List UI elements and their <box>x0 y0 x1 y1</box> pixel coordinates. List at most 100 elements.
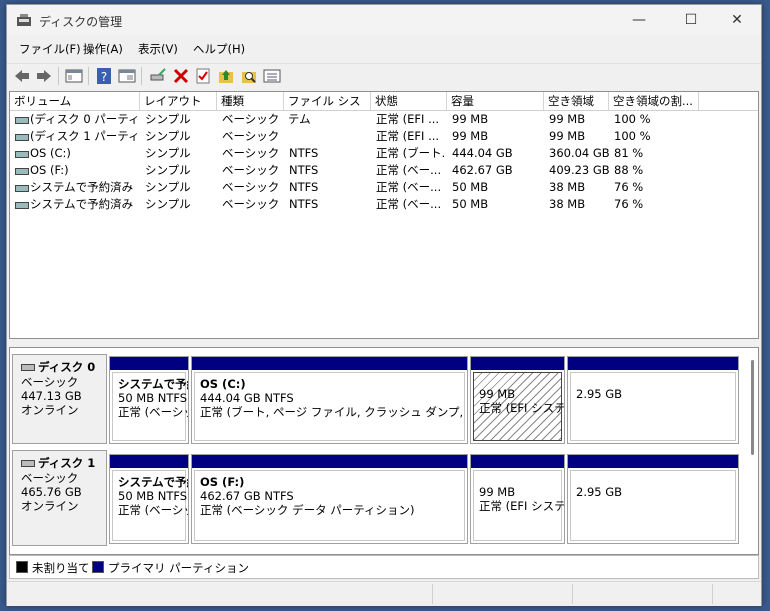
toolbar-separator <box>58 67 59 85</box>
volume-status: 正常 (EFI ... <box>376 112 440 126</box>
volume-name: システムで予約済み <box>30 180 134 194</box>
menu-action[interactable]: 操作(A) <box>83 41 123 57</box>
volume-filesystem: NTFS <box>289 180 319 194</box>
volume-percent-free: 100 % <box>614 112 651 126</box>
console-tree-icon[interactable] <box>65 67 83 85</box>
partition-size: 462.67 GB NTFS <box>200 489 294 503</box>
disk-0-type: ベーシック <box>21 375 79 389</box>
volume-row[interactable]: システムで予約済み シンプル ベーシック NTFS 正常 (ベー... 50 M… <box>10 179 758 196</box>
disk-1-info[interactable]: ディスク 1 ベーシック 465.76 GB オンライン <box>12 450 107 546</box>
disk-0-info[interactable]: ディスク 0 ベーシック 447.13 GB オンライン <box>12 354 107 444</box>
disk-management-app-icon <box>17 14 31 26</box>
menu-help[interactable]: ヘルプ(H) <box>193 41 245 57</box>
volume-percent-free: 81 % <box>614 146 644 160</box>
volume-row[interactable]: (ディスク 0 パーティシ... シンプル ベーシック 正常 (EFI ... … <box>10 111 758 128</box>
disk-1-partition-system-reserved[interactable]: システムで予約 50 MB NTFS 正常 (ベーシッ <box>109 454 189 544</box>
disk-icon <box>21 460 35 467</box>
volume-type: ベーシック <box>222 129 280 143</box>
partition-size: 99 MB <box>479 485 516 499</box>
volume-list: ボリューム レイアウト 種類 ファイル システム 状態 容量 空き領域 空き領域… <box>9 91 759 339</box>
legend-label-primary: プライマリ パーティション <box>108 561 249 575</box>
volume-row[interactable]: (ディスク 1 パーティシ... シンプル ベーシック 正常 (EFI ... … <box>10 128 758 145</box>
partition-body: OS (F:) 462.67 GB NTFS 正常 (ベーシック データ パーテ… <box>194 470 465 541</box>
partition-type-bar <box>192 455 467 468</box>
volume-type: ベーシック <box>222 197 280 211</box>
status-separator <box>712 584 713 604</box>
disk-1-partition-efi[interactable]: 99 MB 正常 (EFI システム <box>470 454 565 544</box>
disk-1-partition-recovery[interactable]: 2.95 GB <box>567 454 739 544</box>
disk-0-status: オンライン <box>21 403 79 417</box>
partition-type-bar <box>568 357 738 370</box>
volume-icon <box>15 151 29 158</box>
volume-status: 正常 (ブート... <box>376 146 446 160</box>
search-folder-icon[interactable] <box>240 67 258 85</box>
disk-1-partition-os-f[interactable]: OS (F:) 462.67 GB NTFS 正常 (ベーシック データ パーテ… <box>191 454 468 544</box>
back-icon[interactable] <box>13 67 31 85</box>
partition-status: 正常 (EFI システム <box>479 499 565 513</box>
partition-status: 正常 (ベーシック データ パーティション) <box>200 503 415 517</box>
partition-name: システムで予約 <box>118 377 188 391</box>
title-bar: ディスクの管理 — ☐ ✕ <box>7 5 761 35</box>
volume-percent-free: 76 % <box>614 180 644 194</box>
pane-splitter[interactable] <box>7 339 761 347</box>
partition-size: 444.04 GB NTFS <box>200 391 294 405</box>
help-icon[interactable]: ? <box>95 67 113 85</box>
delete-icon[interactable] <box>172 67 190 85</box>
window-title: ディスクの管理 <box>39 15 123 29</box>
volume-row[interactable]: OS (C:) シンプル ベーシック NTFS 正常 (ブート... 444.0… <box>10 145 758 162</box>
graph-view-scrollbar[interactable] <box>751 360 754 455</box>
list-icon[interactable] <box>263 67 281 85</box>
legend-bar: 未割り当て プライマリ パーティション <box>9 555 759 579</box>
volume-status: 正常 (ベー... <box>376 197 442 211</box>
up-folder-icon[interactable] <box>217 67 235 85</box>
volume-capacity: 50 MB <box>452 197 489 211</box>
menu-file[interactable]: ファイル(F) <box>19 41 81 57</box>
volume-filesystem: NTFS <box>289 146 319 160</box>
minimize-button[interactable]: — <box>619 9 659 31</box>
menu-bar: ファイル(F) 操作(A) 表示(V) ヘルプ(H) <box>7 37 761 59</box>
connect-disk-icon[interactable] <box>149 67 167 85</box>
partition-body: 99 MB 正常 (EFI システム <box>473 470 565 541</box>
menu-view[interactable]: 表示(V) <box>138 41 178 57</box>
column-header-capacity[interactable]: 容量 <box>447 92 544 110</box>
forward-icon[interactable] <box>35 67 53 85</box>
disk-0-partition-recovery[interactable]: 2.95 GB <box>567 356 739 444</box>
column-header-type[interactable]: 種類 <box>217 92 284 110</box>
partition-size: 50 MB NTFS <box>118 391 188 405</box>
volume-icon <box>15 185 29 192</box>
close-button[interactable]: ✕ <box>717 9 757 31</box>
volume-type: ベーシック <box>222 163 280 177</box>
column-header-filesystem[interactable]: ファイル システム <box>284 92 371 126</box>
volume-status: 正常 (EFI ... <box>376 129 440 143</box>
column-header-layout[interactable]: レイアウト <box>140 92 217 110</box>
column-header-free-space[interactable]: 空き領域 <box>544 92 609 110</box>
partition-size: 2.95 GB <box>576 485 623 499</box>
volume-capacity: 99 MB <box>452 129 489 143</box>
svg-text:?: ? <box>101 70 107 84</box>
volume-capacity: 444.04 GB <box>452 146 513 160</box>
disk-0-partition-os-c[interactable]: OS (C:) 444.04 GB NTFS 正常 (ブート, ページ ファイル… <box>191 356 468 444</box>
legend-label-unallocated: 未割り当て <box>32 561 90 575</box>
volume-type: ベーシック <box>222 180 280 194</box>
disk-0-partition-efi[interactable]: 99 MB 正常 (EFI システム <box>470 356 565 444</box>
volume-free-space: 409.23 GB <box>549 163 610 177</box>
column-header-percent-free[interactable]: 空き領域の割... <box>609 92 699 110</box>
volume-type: ベーシック <box>222 112 280 126</box>
column-header-status[interactable]: 状態 <box>371 92 447 110</box>
disk-icon <box>21 364 35 371</box>
disk-0-partition-system-reserved[interactable]: システムで予約 50 MB NTFS 正常 (ベーシッ <box>109 356 189 444</box>
column-header-volume[interactable]: ボリューム <box>10 92 140 110</box>
volume-row[interactable]: システムで予約済み ... シンプル ベーシック NTFS 正常 (ベー... … <box>10 196 758 213</box>
disk-graph-view: ディスク 0 ベーシック 447.13 GB オンライン システムで予約 50 … <box>9 347 759 555</box>
maximize-button[interactable]: ☐ <box>671 9 711 31</box>
volume-free-space: 360.04 GB <box>549 146 610 160</box>
partition-body: システムで予約 50 MB NTFS 正常 (ベーシッ <box>112 372 188 441</box>
disk-1-type: ベーシック <box>21 471 79 485</box>
partition-body-selected: 99 MB 正常 (EFI システム <box>473 372 564 441</box>
disk-0-size: 447.13 GB <box>21 389 82 403</box>
volume-name: OS (C:) <box>30 146 71 160</box>
properties-icon[interactable] <box>118 67 136 85</box>
partition-body: 2.95 GB <box>570 372 736 441</box>
volume-row[interactable]: OS (F:) シンプル ベーシック NTFS 正常 (ベー... 462.67… <box>10 162 758 179</box>
check-icon[interactable] <box>194 67 212 85</box>
